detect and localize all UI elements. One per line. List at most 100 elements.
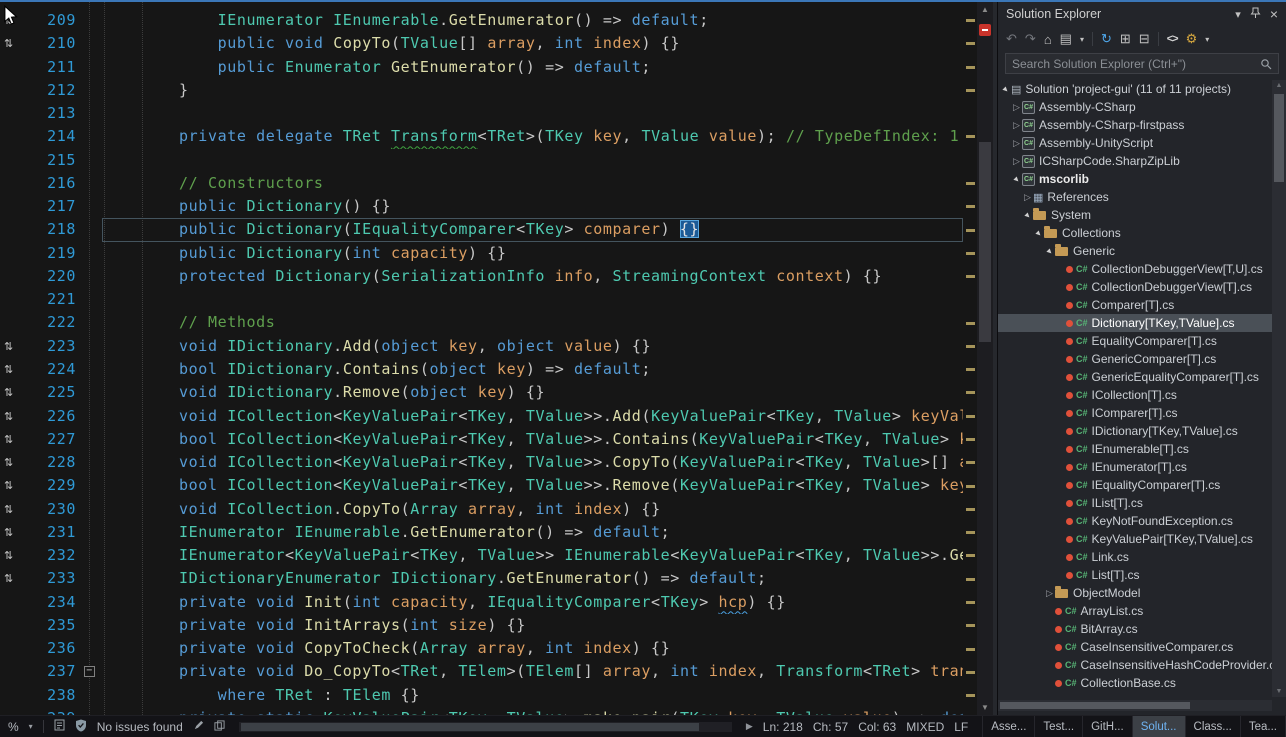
code-line[interactable]: 213 [0,102,963,125]
code-line[interactable]: ⇅233 IDictionaryEnumerator IDictionary.G… [0,567,963,590]
code-line[interactable]: ⇅223 void IDictionary.Add(object key, ob… [0,335,963,358]
issues-status[interactable]: No issues found [97,720,183,734]
code-text[interactable]: IEnumerator<KeyValuePair<TKey, TValue>> … [102,544,963,567]
code-editor[interactable]: ⇅209 IEnumerator IEnumerable.GetEnumerat… [0,2,993,715]
code-text[interactable]: protected Dictionary(SerializationInfo i… [102,265,963,288]
search-icon[interactable] [1260,58,1272,70]
tree-item[interactable]: C#CaseInsensitiveHashCodeProvider.cs [998,656,1272,674]
tree-item[interactable]: C#KeyNotFoundException.cs [998,512,1272,530]
tree-item[interactable]: C#Dictionary[TKey,TValue].cs [998,314,1272,332]
tree-item[interactable]: C#IEqualityComparer[T].cs [998,476,1272,494]
tree-item[interactable]: ▷ObjectModel [998,584,1272,602]
code-text[interactable]: // Constructors [102,172,963,195]
code-line[interactable]: 211 public Enumerator GetEnumerator() =>… [0,56,963,79]
scroll-down-icon[interactable]: ▼ [1272,688,1286,695]
close-icon[interactable]: × [1270,9,1278,19]
tree-item[interactable]: ▼System [998,206,1272,224]
code-line[interactable]: 214 private delegate TRet Transform<TRet… [0,125,963,148]
tree-item[interactable]: C#CollectionDebuggerView[T,U].cs [998,260,1272,278]
scroll-up-icon[interactable]: ▲ [977,5,993,14]
code-line[interactable]: 218 public Dictionary(IEqualityComparer<… [0,218,963,241]
code-text[interactable]: public void CopyTo(TValue[] array, int i… [102,32,963,55]
switch-views-caret-icon[interactable]: ▾ [1080,35,1084,44]
code-text[interactable]: private void InitArrays(int size) {} [102,614,963,637]
tree-item[interactable]: C#IDictionary[TKey,TValue].cs [998,422,1272,440]
code-line[interactable]: 239 private static KeyValuePair<TKey, TV… [0,707,963,715]
code-text[interactable]: void IDictionary.Remove(object key) {} [102,381,963,404]
zoom-control[interactable]: % [8,720,19,734]
code-line[interactable]: 216 // Constructors [0,172,963,195]
tree-item[interactable]: ▼Collections [998,224,1272,242]
chevron-collapsed-icon[interactable]: ▷ [1011,102,1022,113]
code-line[interactable]: ⇅230 void ICollection.CopyTo(Array array… [0,498,963,521]
scroll-down-icon[interactable]: ▼ [977,703,993,712]
tool-window-tab[interactable]: Solut... [1133,716,1186,737]
tree-item[interactable]: ▼Generic [998,242,1272,260]
code-line[interactable]: 215 [0,149,963,172]
reference-arrows-icon[interactable]: ⇅ [0,335,24,358]
scrollbar-thumb[interactable] [979,142,991,342]
code-text[interactable]: void ICollection<KeyValuePair<TKey, TVal… [102,451,963,474]
code-text[interactable] [102,288,963,311]
chevron-collapsed-icon[interactable]: ▷ [1011,138,1022,149]
show-all-files-icon[interactable]: ⊞ [1120,31,1131,47]
reference-arrows-icon[interactable]: ⇅ [0,358,24,381]
code-text[interactable]: } [102,79,963,102]
code-text[interactable]: public Dictionary(int capacity) {} [102,242,963,265]
tree-item[interactable]: C#BitArray.cs [998,620,1272,638]
code-text[interactable]: bool ICollection<KeyValuePair<TKey, TVal… [102,428,963,451]
code-text[interactable] [102,149,963,172]
reference-arrows-icon[interactable]: ⇅ [0,521,24,544]
reference-arrows-icon[interactable]: ⇅ [0,428,24,451]
code-line[interactable]: 217 public Dictionary() {} [0,195,963,218]
sync-with-active-document-icon[interactable]: ↻ [1101,31,1112,47]
tree-item[interactable]: C#CollectionDebuggerView[T].cs [998,278,1272,296]
line-indicator[interactable]: Ln: 218 [763,720,803,734]
column-indicator[interactable]: Col: 63 [858,720,896,734]
code-text[interactable]: private void Do_CopyTo<TRet, TElem>(TEle… [102,660,963,683]
scrollbar-thumb[interactable] [1000,702,1190,709]
code-line[interactable]: ⇅226 void ICollection<KeyValuePair<TKey,… [0,405,963,428]
tree-item[interactable]: C#CollectionBase.cs [998,674,1272,692]
char-indicator[interactable]: Ch: 57 [813,720,848,734]
tree-item[interactable]: C#EqualityComparer[T].cs [998,332,1272,350]
code-line[interactable]: ⇅224 bool IDictionary.Contains(object ke… [0,358,963,381]
eol-indicator[interactable]: LF [954,720,968,734]
editor-vertical-scrollbar[interactable]: ▲ ▼ [977,2,993,715]
code-text[interactable]: private void Init(int capacity, IEqualit… [102,591,963,614]
properties-icon[interactable]: ⚙ [1186,31,1198,47]
code-text[interactable]: private delegate TRet Transform<TRet>(TK… [102,125,963,148]
tree-item[interactable]: C#ICollection[T].cs [998,386,1272,404]
pin-icon[interactable] [1250,7,1261,22]
tree-item[interactable]: ▷C#Assembly-CSharp [998,98,1272,116]
chevron-collapsed-icon[interactable]: ▷ [1011,156,1022,167]
encoding-indicator[interactable]: MIXED [906,720,944,734]
reference-arrows-icon[interactable]: ⇅ [0,567,24,590]
tool-window-tab[interactable]: Tea... [1241,716,1286,737]
tree-item[interactable]: C#IList[T].cs [998,494,1272,512]
chevron-collapsed-icon[interactable]: ▷ [1011,120,1022,131]
code-text[interactable]: void IDictionary.Add(object key, object … [102,335,963,358]
code-line[interactable]: ⇅231 IEnumerator IEnumerable.GetEnumerat… [0,521,963,544]
tree-item[interactable]: ▷C#Assembly-UnityScript [998,134,1272,152]
view-code-icon[interactable]: <> [1167,33,1178,45]
tool-window-tab[interactable]: Test... [1035,716,1083,737]
tree-item[interactable]: C#IEnumerable[T].cs [998,440,1272,458]
code-line[interactable]: ⇅210 public void CopyTo(TValue[] array, … [0,32,963,55]
tree-item[interactable]: ▷▦References [998,188,1272,206]
tree-item[interactable]: C#List[T].cs [998,566,1272,584]
code-text[interactable] [102,102,963,125]
code-line[interactable]: 219 public Dictionary(int capacity) {} [0,242,963,265]
tree-horizontal-scrollbar[interactable] [998,700,1272,711]
code-line[interactable]: ⇅225 void IDictionary.Remove(object key)… [0,381,963,404]
code-line[interactable]: 212 } [0,79,963,102]
code-text[interactable]: IEnumerator IEnumerable.GetEnumerator() … [102,9,963,32]
code-line[interactable]: 222 // Methods [0,311,963,334]
tree-item[interactable]: C#IEnumerator[T].cs [998,458,1272,476]
toolbar-caret-icon[interactable]: ▾ [1205,35,1209,44]
tree-item[interactable]: ▼C#mscorlib [998,170,1272,188]
tree-item[interactable]: C#GenericComparer[T].cs [998,350,1272,368]
code-line[interactable]: 221 [0,288,963,311]
tool-window-tab[interactable]: Asse... [983,716,1035,737]
code-text[interactable]: public Dictionary() {} [102,195,963,218]
